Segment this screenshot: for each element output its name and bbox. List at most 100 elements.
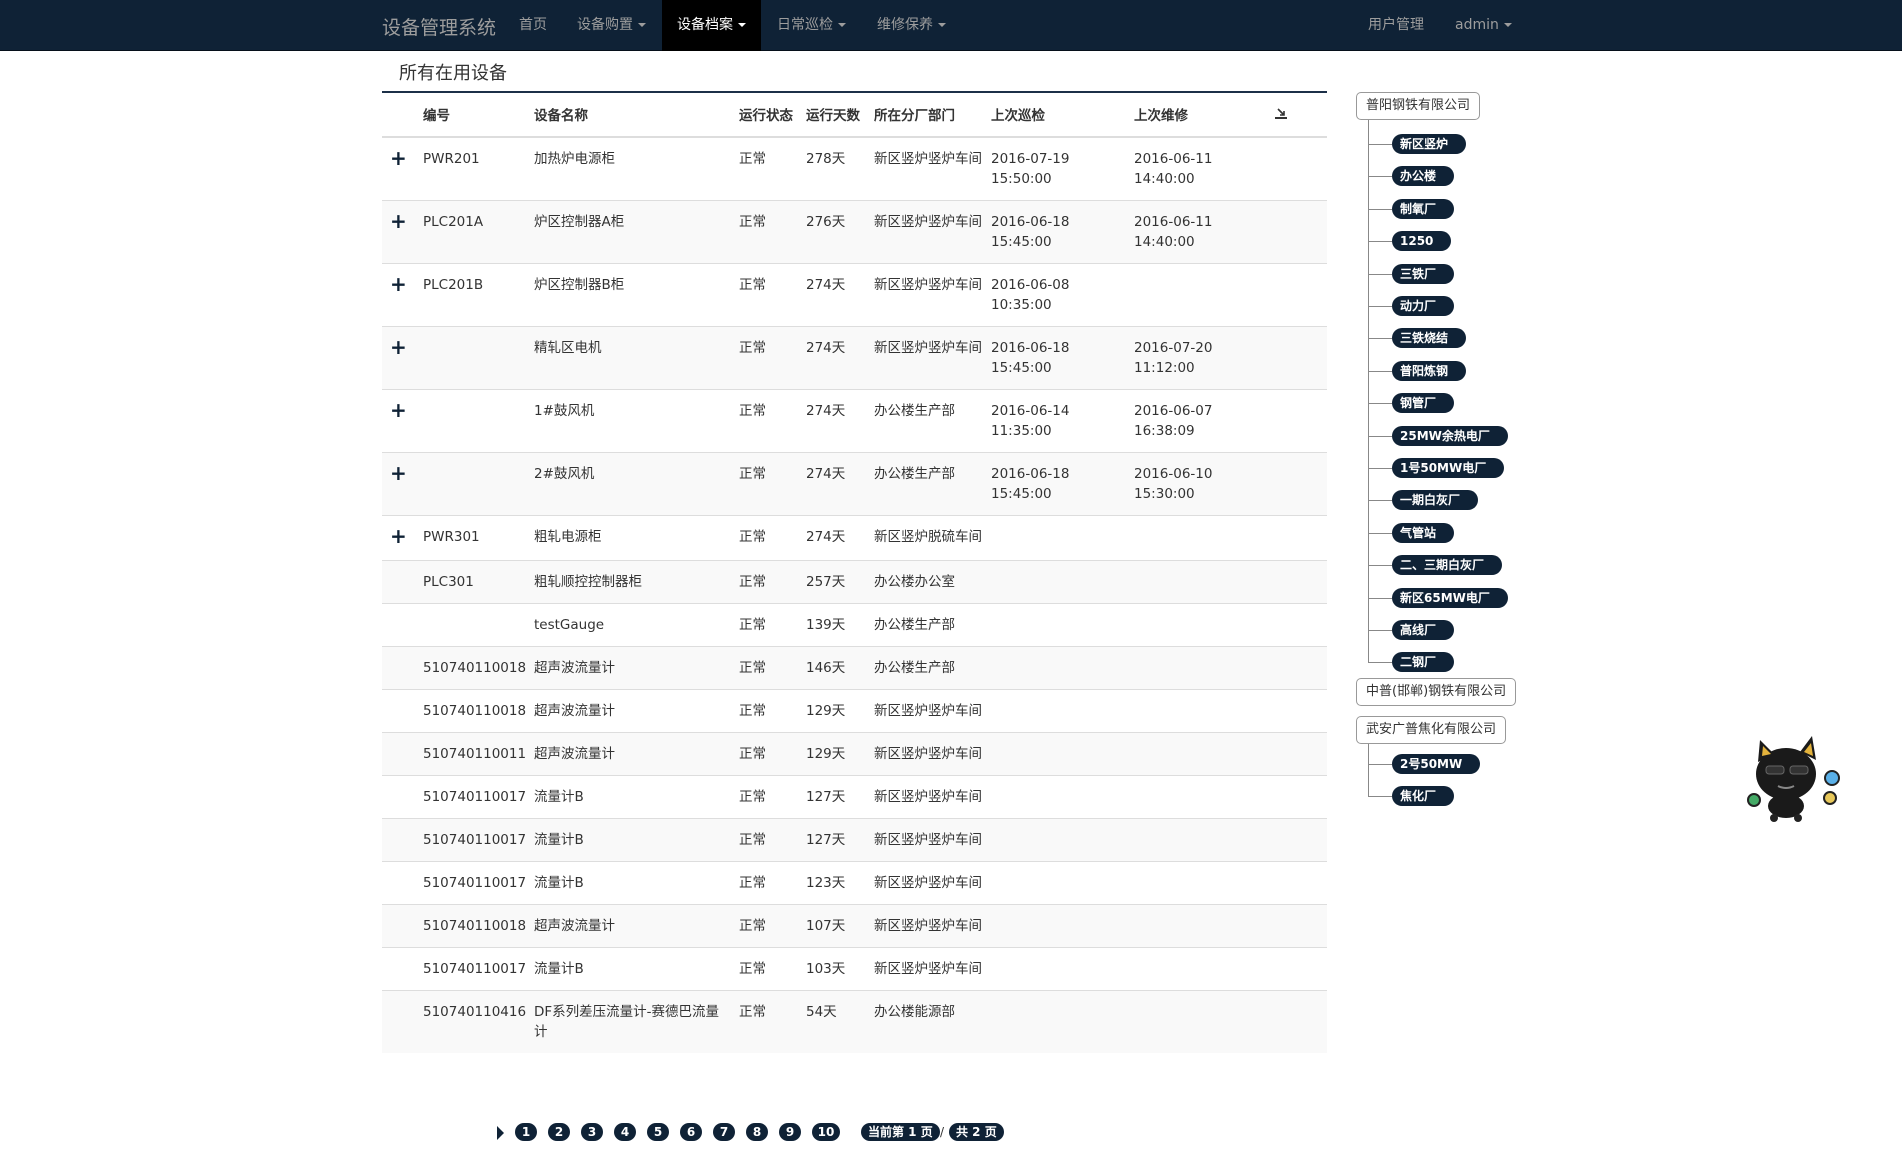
table-header-row: 编号 设备名称 运行状态 运行天数 所在分厂部门 上次巡检 上次维修 xyxy=(382,100,1327,138)
table-row[interactable]: 510740110018 超声波流量计 正常 146天 办公楼生产部 xyxy=(382,646,1327,690)
table-row[interactable]: 510740110017 流量计B 正常 127天 新区竖炉竖炉车间 xyxy=(382,818,1327,862)
table-row[interactable]: 510740110018 超声波流量计 正常 107天 新区竖炉竖炉车间 xyxy=(382,904,1327,948)
col-header-id[interactable]: 编号 xyxy=(419,100,530,138)
nav-archive-dropdown[interactable]: 设备档案 xyxy=(662,0,761,51)
page-button-9[interactable]: 9 xyxy=(779,1123,801,1141)
page-button-1[interactable]: 1 xyxy=(515,1123,537,1141)
tree-branch-line xyxy=(1368,500,1392,502)
tree-leaf-node[interactable]: 二钢厂 xyxy=(1392,652,1455,673)
nav-home[interactable]: 首页 xyxy=(519,0,547,51)
nav-maintenance-dropdown[interactable]: 维修保养 xyxy=(877,0,946,51)
tree-leaf-node[interactable]: 办公楼 xyxy=(1392,166,1455,187)
tree-leaf-node[interactable]: 1250 xyxy=(1392,231,1452,252)
page-button-2[interactable]: 2 xyxy=(548,1123,570,1141)
page-button-10[interactable]: 10 xyxy=(812,1123,840,1141)
cell-spacer xyxy=(1270,818,1327,862)
tree-leaf-node[interactable]: 动力厂 xyxy=(1392,296,1455,316)
nav-purchase-dropdown[interactable]: 设备购置 xyxy=(577,0,646,51)
expand-plus-icon[interactable]: + xyxy=(386,463,407,483)
page-button-6[interactable]: 6 xyxy=(680,1123,702,1141)
nav-account-dropdown[interactable]: admin xyxy=(1455,0,1512,51)
cell-name: 1#鼓风机 xyxy=(530,389,735,453)
table-row[interactable]: +2#鼓风机 正常 274天 办公楼生产部 2016-06-18 15:45:00 201… xyxy=(382,452,1327,516)
expand-plus-icon[interactable]: + xyxy=(386,148,407,168)
cell-id xyxy=(419,603,530,647)
expand-plus-icon[interactable]: + xyxy=(386,526,407,546)
table-row[interactable]: testGauge 正常 139天 办公楼生产部 xyxy=(382,603,1327,647)
tree-company-node[interactable]: 中普(邯郸)钢铁有限公司 xyxy=(1356,678,1517,706)
tree-leaf-node[interactable]: 焦化厂 xyxy=(1392,786,1455,807)
table-row[interactable]: 510740110416 DF系列差压流量计-赛德巴流量计 正常 54天 办公楼能源部 xyxy=(382,990,1327,1053)
tree-leaf-node[interactable]: 三铁厂 xyxy=(1392,263,1455,284)
cat-mascot-icon[interactable] xyxy=(1744,734,1844,824)
cell-dept: 办公楼生产部 xyxy=(870,452,987,516)
expand-cell xyxy=(382,904,419,948)
brand-title[interactable]: 设备管理系统 xyxy=(382,13,496,40)
tree-leaf-node[interactable]: 气管站 xyxy=(1392,522,1455,543)
col-header-dept[interactable]: 所在分厂部门 xyxy=(870,100,987,138)
cell-days: 123天 xyxy=(802,861,870,905)
table-row[interactable]: + PLC201A 炉区控制器A柜 正常 276天 新区竖炉竖炉车间 2016-06-18 … xyxy=(382,200,1327,264)
tree-leaf-node[interactable]: 制氧厂 xyxy=(1392,198,1455,219)
tree-leaf-node[interactable]: 新区65MW电厂 xyxy=(1392,587,1508,608)
page-button-5[interactable]: 5 xyxy=(647,1123,669,1141)
table-row[interactable]: 510740110018 超声波流量计 正常 129天 新区竖炉竖炉车间 xyxy=(382,689,1327,733)
col-header-name[interactable]: 设备名称 xyxy=(530,100,735,138)
page-button-8[interactable]: 8 xyxy=(746,1123,768,1141)
table-row[interactable]: 510740110017 流量计B 正常 103天 新区竖炉竖炉车间 xyxy=(382,947,1327,991)
tree-leaf-node[interactable]: 三铁烧结 xyxy=(1392,328,1467,349)
title-divider xyxy=(382,91,1327,93)
nav-inspection-dropdown[interactable]: 日常巡检 xyxy=(777,0,846,51)
cell-inspect: 2016-06-14 11:35:00 xyxy=(987,389,1130,453)
table-row[interactable]: 510740110011 超声波流量计 正常 129天 新区竖炉竖炉车间 xyxy=(382,732,1327,776)
tree-leaf-node[interactable]: 25MW余热电厂 xyxy=(1392,425,1508,446)
col-header-days[interactable]: 运行天数 xyxy=(802,100,870,138)
cell-days: 274天 xyxy=(802,515,870,561)
cell-dept: 新区竖炉竖炉车间 xyxy=(870,200,987,264)
expand-plus-icon[interactable]: + xyxy=(386,211,407,231)
tree-leaf-node[interactable]: 普阳炼钢 xyxy=(1392,360,1467,381)
tree-leaf-node[interactable]: 2号50MW xyxy=(1392,754,1481,774)
cell-inspect: 2016-06-18 15:45:00 xyxy=(987,326,1130,390)
expand-plus-icon[interactable]: + xyxy=(386,400,407,420)
cell-spacer xyxy=(1270,326,1327,390)
page-button-3[interactable]: 3 xyxy=(581,1123,603,1141)
tree-leaf-node[interactable]: 新区竖炉 xyxy=(1392,134,1467,154)
tree-company-node[interactable]: 武安广普焦化有限公司 xyxy=(1356,716,1507,744)
cell-name: 加热炉电源柜 xyxy=(530,136,735,201)
table-row[interactable]: +1#鼓风机 正常 274天 办公楼生产部 2016-06-14 11:35:00 201… xyxy=(382,389,1327,453)
tree-leaf-node[interactable]: 1号50MW电厂 xyxy=(1392,458,1505,478)
expand-plus-icon[interactable]: + xyxy=(386,274,407,294)
play-arrow-icon[interactable] xyxy=(497,1126,504,1140)
table-row[interactable]: PLC301 粗轧顺控控制器柜 正常 257天 办公楼办公室 xyxy=(382,560,1327,604)
tree-leaf-node[interactable]: 高线厂 xyxy=(1392,620,1455,640)
table-row[interactable]: + PLC201B 炉区控制器B柜 正常 274天 新区竖炉竖炉车间 2016-06-08 … xyxy=(382,263,1327,327)
export-icon[interactable] xyxy=(1274,106,1288,126)
table-row[interactable]: 510740110017 流量计B 正常 123天 新区竖炉竖炉车间 xyxy=(382,861,1327,905)
account-name: admin xyxy=(1455,17,1499,33)
table-row[interactable]: + PWR201 加热炉电源柜 正常 278天 新区竖炉竖炉车间 2016-07-19 15… xyxy=(382,136,1327,201)
table-row[interactable]: + 精轧区电机 正常 274天 新区竖炉竖炉车间 2016-06-18 15:45:00 2… xyxy=(382,326,1327,390)
cell-name: DF系列差压流量计-赛德巴流量计 xyxy=(530,990,735,1053)
cell-spacer xyxy=(1270,389,1327,453)
tree-leaf-node[interactable]: 一期白灰厂 xyxy=(1392,490,1479,511)
page-button-7[interactable]: 7 xyxy=(713,1123,735,1141)
cell-status: 正常 xyxy=(735,947,802,991)
cell-id xyxy=(419,389,530,453)
tree-leaf-node[interactable]: 钢管厂 xyxy=(1392,393,1455,414)
col-header-status[interactable]: 运行状态 xyxy=(735,100,802,138)
tree-leaf-node[interactable]: 二、三期白灰厂 xyxy=(1392,555,1503,576)
page-button-4[interactable]: 4 xyxy=(614,1123,636,1141)
cell-id: PLC201B xyxy=(419,263,530,327)
table-row[interactable]: + PWR301 粗轧电源柜 正常 274天 新区竖炉脱硫车间 xyxy=(382,515,1327,561)
cell-repair: 2016-06-10 15:30:00 xyxy=(1130,452,1270,516)
nav-user-admin[interactable]: 用户管理 xyxy=(1368,0,1424,51)
col-header-repair[interactable]: 上次维修 xyxy=(1130,100,1270,138)
tree-branch-line xyxy=(1368,468,1392,469)
expand-plus-icon[interactable]: + xyxy=(386,337,407,357)
tree-branch-line xyxy=(1368,597,1392,599)
table-row[interactable]: 510740110017 流量计B 正常 127天 新区竖炉竖炉车间 xyxy=(382,775,1327,819)
col-header-inspect[interactable]: 上次巡检 xyxy=(987,100,1130,138)
tree-company-node[interactable]: 普阳钢铁有限公司 xyxy=(1356,92,1481,120)
cell-days: 139天 xyxy=(802,603,870,647)
